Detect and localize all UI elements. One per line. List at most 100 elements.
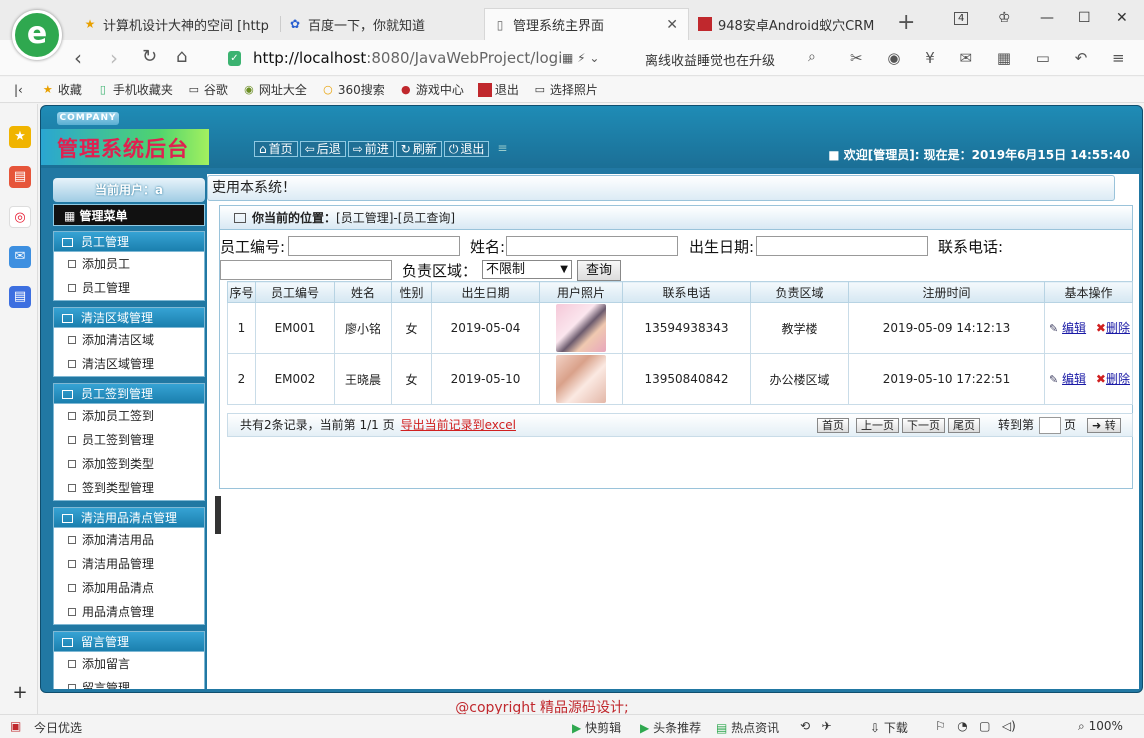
url-field[interactable]: ✓ http://localhost:8080/JavaWebProject/l… xyxy=(228,47,618,69)
browser-tab-3-active[interactable]: ▯ 管理系统主界面 ✕ xyxy=(484,8,689,40)
delete-link[interactable]: 删除 xyxy=(1106,372,1130,386)
menu-item-add-message[interactable]: 添加留言 xyxy=(54,652,204,676)
browser-logo-icon[interactable]: e xyxy=(12,10,62,60)
doc-icon[interactable]: ▤ xyxy=(9,286,31,308)
back-button[interactable]: ⇦ 后退 xyxy=(299,141,346,157)
menu-item-signin-manage[interactable]: 员工签到管理 xyxy=(54,428,204,452)
menu-item-area-manage[interactable]: 清洁区域管理 xyxy=(54,352,204,376)
menu-group-header[interactable]: 清洁区域管理 xyxy=(54,308,204,328)
go-button[interactable]: ➜ 转 xyxy=(1087,418,1121,433)
forward-arrow-icon[interactable]: › xyxy=(110,46,118,70)
bookmark-mobile[interactable]: ▯ 手机收藏夹 xyxy=(96,81,173,98)
emp-no-input[interactable] xyxy=(288,236,460,256)
logout-button[interactable]: ⏻ 退出 xyxy=(443,141,490,157)
home-icon: ⌂ xyxy=(259,142,267,156)
menu-item-message-manage[interactable]: 留言管理 xyxy=(54,676,204,689)
reload-icon[interactable]: ↻ xyxy=(142,46,157,67)
browser-tab-4[interactable]: 948安卓Android蚁穴CRM xyxy=(690,8,895,40)
weibo-icon[interactable]: ◎ xyxy=(9,206,31,228)
edit-link[interactable]: 编辑 xyxy=(1062,372,1086,386)
status-headlines[interactable]: ▶ 头条推荐 xyxy=(640,719,701,736)
bookmark-exit[interactable]: 退出 xyxy=(477,81,519,98)
birth-label: 出生日期: xyxy=(689,238,755,256)
browser-side-panel: ★ ▤ ◎ ✉ ▤ + xyxy=(0,104,38,714)
maximize-icon[interactable]: ☐ xyxy=(1078,10,1091,26)
search-icon[interactable]: ⌕ xyxy=(808,49,816,65)
sidebar-toggle-icon[interactable]: |‹ xyxy=(14,83,23,97)
page-icon xyxy=(68,536,76,544)
menu-item-count-manage[interactable]: 用品清点管理 xyxy=(54,600,204,624)
zoom-control[interactable]: ⌕ 100% xyxy=(1078,719,1123,734)
next-page-button[interactable]: 下一页 xyxy=(902,418,945,433)
current-user-bar: 当前用户：a xyxy=(53,178,205,202)
company-badge: COMPANY xyxy=(57,112,119,125)
menu-item-add-supply[interactable]: 添加清洁用品 xyxy=(54,528,204,552)
menu-group-header[interactable]: 员工签到管理 xyxy=(54,384,204,404)
goto-page-input[interactable] xyxy=(1039,417,1061,434)
menu-item-add-signin-type[interactable]: 添加签到类型 xyxy=(54,452,204,476)
refresh-button[interactable]: ↻ 刷新 xyxy=(395,141,442,157)
menu-group-header[interactable]: 员工管理 xyxy=(54,232,204,252)
minimize-icon[interactable]: — xyxy=(1040,10,1054,26)
bookmark-photos[interactable]: ▭ 选择照片 xyxy=(533,81,598,98)
emp-no-label: 员工编号: xyxy=(220,238,286,256)
menu-item-add-signin[interactable]: 添加员工签到 xyxy=(54,404,204,428)
forward-button[interactable]: ⇨ 前进 xyxy=(347,141,394,157)
first-page-button[interactable]: 首页 xyxy=(817,418,849,433)
favorites-star-icon[interactable]: ★ xyxy=(9,126,31,148)
status-hot-news[interactable]: ▤ 热点资讯 xyxy=(716,719,779,736)
red-square-icon xyxy=(477,82,492,97)
phone-input[interactable] xyxy=(220,260,392,280)
menu-item-supply-manage[interactable]: 清洁用品管理 xyxy=(54,552,204,576)
menu-lines-icon[interactable]: ≡ xyxy=(497,141,507,157)
export-excel-link[interactable]: 导出当前记录到excel xyxy=(401,418,516,432)
close-tab-icon[interactable]: ✕ xyxy=(666,17,678,33)
extension-icons[interactable]: ✂ ◉ ¥ ✉ ▦ ▭ ↶ ≡ xyxy=(850,49,1135,67)
menu-collapse-handle[interactable] xyxy=(215,496,221,534)
delete-link[interactable]: 删除 xyxy=(1106,321,1130,335)
tab-count-badge[interactable]: 4 xyxy=(954,12,969,25)
new-tab-icon[interactable]: + xyxy=(897,10,915,35)
edit-link[interactable]: 编辑 xyxy=(1062,321,1086,335)
mail-icon[interactable]: ✉ xyxy=(9,246,31,268)
menu-item-add-area[interactable]: 添加清洁区域 xyxy=(54,328,204,352)
area-select[interactable]: 不限制 ▼ xyxy=(482,260,572,279)
menu-item-signin-type-manage[interactable]: 签到类型管理 xyxy=(54,476,204,500)
grid-icon[interactable]: ▦ ⚡ ⌄ xyxy=(562,51,599,65)
menu-item-add-employee[interactable]: 添加员工 xyxy=(54,252,204,276)
close-window-icon[interactable]: ✕ xyxy=(1116,10,1128,26)
status-quick-clip[interactable]: ▶ 快剪辑 xyxy=(572,719,621,736)
home-page-icon[interactable]: ⌂ xyxy=(176,46,187,67)
status-download[interactable]: ⇩ 下载 xyxy=(870,719,908,736)
status-today[interactable]: 今日优选 xyxy=(34,719,82,736)
gift-icon[interactable]: ▣ xyxy=(10,719,21,733)
query-button[interactable]: 查询 xyxy=(577,260,621,281)
browser-tab-2[interactable]: ✿ 百度一下，你就知道 xyxy=(280,8,485,40)
menu-item-add-count[interactable]: 添加用品清点 xyxy=(54,576,204,600)
shirt-icon[interactable]: ♔ xyxy=(998,10,1011,26)
promo-text[interactable]: 离线收益睡觉也在升级 xyxy=(645,50,775,69)
play-icon: ▶ xyxy=(572,721,582,735)
menu-group-header[interactable]: 留言管理 xyxy=(54,632,204,652)
bookmark-sites[interactable]: ◉ 网址大全 xyxy=(242,81,307,98)
last-page-button[interactable]: 尾页 xyxy=(948,418,980,433)
browser-tab-1[interactable]: ★ 计算机设计大神的空间 [http xyxy=(75,8,280,40)
menu-item-employee-manage[interactable]: 员工管理 xyxy=(54,276,204,300)
bookmark-games[interactable]: ● 游戏中心 xyxy=(399,81,464,98)
back-arrow-icon[interactable]: ‹ xyxy=(74,46,82,70)
news-icon[interactable]: ▤ xyxy=(9,166,31,188)
bookmark-360[interactable]: ○ 360搜索 xyxy=(321,81,385,98)
name-input[interactable] xyxy=(506,236,678,256)
bookmark-google[interactable]: ▭ 谷歌 xyxy=(187,81,228,98)
col-actions: 基本操作 xyxy=(1044,281,1133,303)
star-icon: ★ xyxy=(84,17,96,31)
status-misc-icons[interactable]: ⚐ ◔ ▢ ◁) xyxy=(935,719,1016,733)
breadcrumb: 你当前的位置：[员工管理]-[员工查询] xyxy=(220,206,1132,230)
menu-group-header[interactable]: 清洁用品清点管理 xyxy=(54,508,204,528)
prev-page-button[interactable]: 上一页 xyxy=(856,418,899,433)
birth-input[interactable] xyxy=(756,236,928,256)
url-path: :8080/JavaWebProject/logi xyxy=(366,49,563,67)
bookmark-favorites[interactable]: ★ 收藏 xyxy=(41,81,82,98)
home-button[interactable]: ⌂ 首页 xyxy=(254,141,298,157)
status-tool-icons[interactable]: ⟲ ✈ xyxy=(800,719,832,733)
